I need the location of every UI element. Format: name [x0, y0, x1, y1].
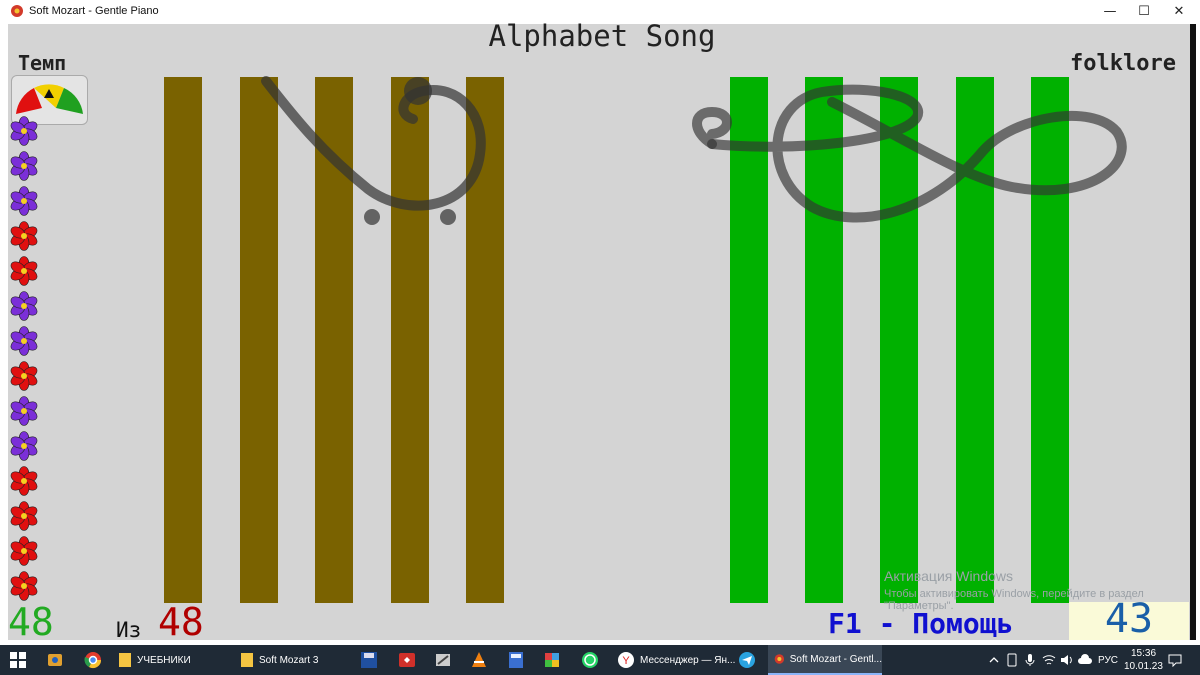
- taskbar-vlc[interactable]: [470, 645, 488, 675]
- folder-icon: [119, 653, 131, 667]
- red-flower-icon: [10, 256, 38, 286]
- brown-key-bar[interactable]: [164, 77, 202, 603]
- red-flower-icon: [10, 501, 38, 531]
- purple-flower-icon: [10, 116, 38, 146]
- game-canvas[interactable]: Alphabet Song Темп folklore 48 Из 48 F1 …: [8, 19, 1196, 644]
- brown-key-bar[interactable]: [466, 77, 504, 603]
- taskbar-soft-mozart-active[interactable]: Soft Mozart - Gentl...: [768, 645, 882, 675]
- taskbar-explorer[interactable]: [46, 645, 64, 675]
- window-title: Soft Mozart - Gentle Piano: [29, 5, 159, 17]
- red-flower-icon: [10, 466, 38, 496]
- windows-start-icon: [10, 652, 26, 668]
- purple-flower-icon: [10, 431, 38, 461]
- score-value: 43: [1104, 596, 1154, 642]
- score-box: 43: [1069, 596, 1189, 642]
- calculator-icon: [509, 652, 523, 668]
- notifications-icon[interactable]: [1168, 653, 1182, 667]
- taskbar-whatsapp[interactable]: [581, 645, 599, 675]
- taskbar-save[interactable]: [360, 645, 378, 675]
- purple-flower-icon: [10, 326, 38, 356]
- minimize-icon: —: [1103, 4, 1117, 19]
- puzzle-icon: [545, 653, 559, 667]
- explorer-icon: [48, 654, 62, 666]
- soft-mozart-app-icon: [11, 5, 23, 17]
- anydesk-icon: [399, 653, 415, 667]
- chrome-icon: [84, 652, 102, 669]
- yandex-icon: Y: [618, 652, 634, 668]
- maximize-icon: ☐: [1138, 4, 1150, 19]
- taskbar-label: Soft Mozart 3: [259, 654, 319, 666]
- taskbar-chrome[interactable]: [84, 645, 102, 675]
- green-key-bar[interactable]: [956, 77, 994, 603]
- device-icon[interactable]: [1006, 653, 1018, 667]
- green-key-bar[interactable]: [1031, 77, 1069, 603]
- green-key-bar[interactable]: [730, 77, 768, 603]
- song-title: Alphabet Song: [488, 19, 716, 53]
- purple-flower-icon: [10, 186, 38, 216]
- start-button[interactable]: [0, 645, 36, 675]
- bass-clef-icon: [261, 76, 486, 225]
- close-icon: ✕: [1173, 4, 1185, 19]
- green-key-bar[interactable]: [805, 77, 843, 603]
- brown-key-bar[interactable]: [240, 77, 278, 603]
- folder-icon: [241, 653, 253, 667]
- microphone-icon[interactable]: [1025, 653, 1035, 667]
- whatsapp-icon: [582, 652, 598, 668]
- vlc-icon: [472, 652, 486, 667]
- purple-flower-icon: [10, 396, 38, 426]
- soft-mozart-icon: [774, 654, 785, 664]
- taskbar-label: Мессенджер — Ян...: [640, 654, 736, 666]
- total-count: 48: [158, 600, 204, 644]
- taskbar-telegram[interactable]: [738, 645, 756, 675]
- of-label: Из: [116, 618, 142, 642]
- taskbar-folder-textbooks[interactable]: УЧЕБНИКИ: [118, 645, 191, 675]
- save-icon: [361, 652, 377, 668]
- clock-date[interactable]: 10.01.23: [1124, 661, 1163, 672]
- taskbar-puzzle[interactable]: [543, 645, 561, 675]
- svg-text:Y: Y: [622, 655, 630, 667]
- green-key-bar[interactable]: [880, 77, 918, 603]
- brown-key-bar[interactable]: [391, 77, 429, 603]
- tempo-label: Темп: [18, 51, 67, 75]
- purple-flower-icon: [10, 291, 38, 321]
- purple-flower-icon: [10, 151, 38, 181]
- taskbar-label: Soft Mozart - Gentl...: [789, 653, 882, 665]
- taskbar-folder-softmozart[interactable]: Soft Mozart 3: [240, 645, 318, 675]
- wifi-icon[interactable]: [1042, 653, 1056, 667]
- paint-icon: [436, 654, 450, 666]
- taskbar-paint[interactable]: [434, 645, 452, 675]
- red-flower-icon: [10, 221, 38, 251]
- red-flower-icon: [10, 361, 38, 391]
- red-flower-icon: [10, 536, 38, 566]
- speaker-icon[interactable]: [1060, 653, 1074, 667]
- taskbar: УЧЕБНИКИ Soft Mozart 3 Y Мессенджер — Ян…: [0, 645, 1200, 675]
- telegram-icon: [739, 652, 755, 668]
- red-flower-icon: [10, 571, 38, 601]
- taskbar-yandex-messenger[interactable]: Y Мессенджер — Ян...: [617, 645, 735, 675]
- activation-title: Активация Windows: [884, 568, 1014, 584]
- taskbar-anydesk[interactable]: [398, 645, 416, 675]
- cloud-icon[interactable]: [1077, 654, 1093, 666]
- taskbar-label: УЧЕБНИКИ: [137, 654, 191, 666]
- genre-label: folklore: [1070, 51, 1176, 76]
- taskbar-calculator[interactable]: [508, 645, 524, 675]
- brown-key-bar[interactable]: [315, 77, 353, 603]
- clock-time[interactable]: 15:36: [1131, 648, 1156, 659]
- chevron-up-icon[interactable]: [989, 655, 999, 665]
- played-count: 48: [8, 600, 54, 644]
- language-indicator[interactable]: РУС: [1098, 655, 1118, 666]
